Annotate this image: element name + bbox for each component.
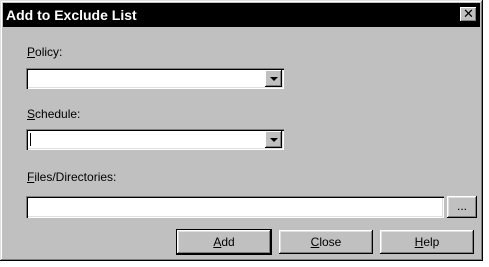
title-bar[interactable]: Add to Exclude List ✕ (3, 3, 480, 27)
schedule-dropdown-arrow-icon[interactable] (265, 131, 282, 148)
schedule-label: Schedule: (27, 107, 81, 121)
policy-dropdown-arrow-icon[interactable] (265, 70, 282, 87)
files-directories-label: Files/Directories: (27, 170, 117, 184)
help-button[interactable]: Help (380, 230, 474, 254)
add-to-exclude-dialog: Add to Exclude List ✕ Policy: Schedule: … (0, 0, 483, 261)
close-window-button[interactable]: ✕ (460, 7, 477, 22)
policy-label: Policy: (27, 45, 63, 59)
window-title: Add to Exclude List (6, 7, 137, 23)
browse-button[interactable]: ... (447, 196, 477, 218)
close-icon: ✕ (463, 7, 474, 22)
close-button[interactable]: Close (279, 230, 373, 254)
files-directories-input[interactable] (26, 196, 444, 218)
schedule-dropdown[interactable] (26, 129, 284, 150)
add-button[interactable]: Add (177, 230, 271, 254)
policy-dropdown[interactable] (26, 68, 284, 89)
text-caret (30, 133, 31, 146)
